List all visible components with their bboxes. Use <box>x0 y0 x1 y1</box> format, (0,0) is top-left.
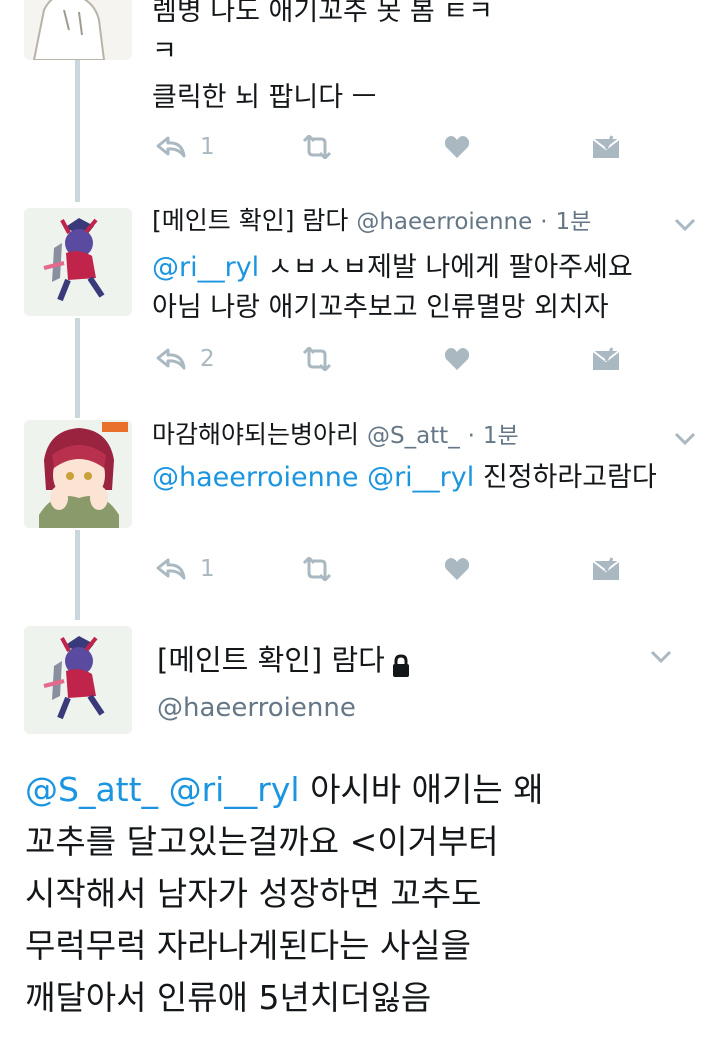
mention-link[interactable]: @ri__ryl <box>169 770 300 809</box>
dm-button[interactable] <box>592 130 620 164</box>
tweet-line: 아님 나랑 애기꼬추보고 인류멸망 외치자 <box>152 292 609 323</box>
dm-icon <box>592 135 620 159</box>
reply-count: 1 <box>200 556 215 582</box>
tweet-text: @haeerroienne @ri__ryl 진정하라고람다 <box>152 458 657 498</box>
avatar[interactable] <box>24 208 132 316</box>
chevron-down-icon[interactable] <box>674 218 696 232</box>
main-tweet-text: @S_att_ @ri__ryl 아시바 애기는 왜 꼬추를 달고있는걸까요 <… <box>25 764 705 1024</box>
reply-button[interactable]: 1 <box>156 552 215 586</box>
thread-line <box>75 530 80 620</box>
tweet-line-text: 진정하라고람다 <box>474 462 657 493</box>
chevron-down-icon[interactable] <box>674 432 696 446</box>
lock-icon <box>391 648 411 677</box>
tweet-header: 마감해야되는병아리 @S_att_ · 1분 <box>152 418 519 453</box>
tweet-actions: 2 <box>152 342 632 376</box>
like-button[interactable] <box>444 342 470 376</box>
reply-count: 1 <box>200 134 215 160</box>
thread-line <box>75 60 80 202</box>
retweet-button[interactable] <box>300 552 334 586</box>
user-handle[interactable]: @haeerroienne <box>356 209 532 235</box>
tweet-line: ㅋ <box>152 36 177 67</box>
user-handle[interactable]: @haeerroienne <box>157 690 356 726</box>
tweet-line: 시작해서 남자가 성장하면 꼬추도 <box>25 874 482 913</box>
display-name[interactable]: [메인트 확인] 람다 <box>157 640 385 680</box>
like-icon <box>444 135 470 159</box>
tweet-line: @S_att_ @ri__ryl 아시바 애기는 왜 <box>25 764 705 816</box>
tweet-actions: 1 <box>152 552 632 586</box>
timestamp[interactable]: 1분 <box>483 423 519 449</box>
chevron-down-icon[interactable] <box>650 650 672 664</box>
thread-line <box>75 318 80 418</box>
tweet-line-text: ㅅㅂㅅㅂ제발 나에게 팔아주세요 <box>259 252 633 283</box>
reply-icon <box>156 348 186 370</box>
tweet-text: @ri__ryl ㅅㅂㅅㅂ제발 나에게 팔아주세요 아님 나랑 애기꼬추보고 인… <box>152 248 633 328</box>
dm-icon <box>592 347 620 371</box>
separator-dot: · <box>540 209 548 235</box>
mention-link[interactable]: @haeerroienne <box>152 462 358 493</box>
retweet-button[interactable] <box>300 130 334 164</box>
tweet-line: @haeerroienne @ri__ryl 진정하라고람다 <box>152 458 657 498</box>
reply-count: 2 <box>200 346 215 372</box>
retweet-icon <box>300 135 334 159</box>
like-button[interactable] <box>444 552 470 586</box>
tweet-line: 렘병 나도 애기꼬추 못 봄 ㅌㅋ <box>152 0 493 27</box>
retweet-button[interactable] <box>300 342 334 376</box>
tweet-line: 무럭무럭 자라나게된다는 사실을 <box>25 926 472 965</box>
tweet-actions: 1 <box>152 130 632 164</box>
reply-icon <box>156 136 186 158</box>
user-handle[interactable]: @S_att_ <box>367 423 460 449</box>
display-name[interactable]: 마감해야되는병아리 <box>152 420 359 449</box>
reply-button[interactable]: 2 <box>156 342 215 376</box>
tweet-line: 클릭한 뇌 팝니다 ㅡ <box>152 82 377 113</box>
mention-link[interactable]: @ri__ryl <box>367 462 474 493</box>
tweet-line-text: 아시바 애기는 왜 <box>299 770 544 809</box>
reply-icon <box>156 558 186 580</box>
dm-icon <box>592 557 620 581</box>
dm-button[interactable] <box>592 342 620 376</box>
mention-link[interactable]: @S_att_ <box>25 770 158 809</box>
mention-link[interactable]: @ri__ryl <box>152 252 259 283</box>
avatar[interactable] <box>24 626 132 734</box>
retweet-icon <box>300 557 334 581</box>
main-tweet-header: [메인트 확인] 람다 <box>157 640 411 680</box>
tweet-line: 꼬추를 달고있는걸까요 <이거부터 <box>25 822 499 861</box>
dm-button[interactable] <box>592 552 620 586</box>
tweet-line: @ri__ryl ㅅㅂㅅㅂ제발 나에게 팔아주세요 <box>152 248 633 288</box>
avatar[interactable] <box>24 420 132 528</box>
like-icon <box>444 557 470 581</box>
retweet-icon <box>300 347 334 371</box>
display-name[interactable]: [메인트 확인] 람다 <box>152 206 348 235</box>
like-button[interactable] <box>444 130 470 164</box>
like-icon <box>444 347 470 371</box>
tweet-header: [메인트 확인] 람다 @haeerroienne · 1분 <box>152 204 591 239</box>
tweet-text: 렘병 나도 애기꼬추 못 봄 ㅌㅋ ㅋ 클릭한 뇌 팝니다 ㅡ <box>152 0 493 118</box>
reply-button[interactable]: 1 <box>156 130 215 164</box>
timestamp[interactable]: 1분 <box>555 209 591 235</box>
separator-dot: · <box>467 423 475 449</box>
tweet-line: 깨달아서 인류애 5년치더잃음 <box>25 978 432 1017</box>
avatar[interactable] <box>24 0 132 60</box>
